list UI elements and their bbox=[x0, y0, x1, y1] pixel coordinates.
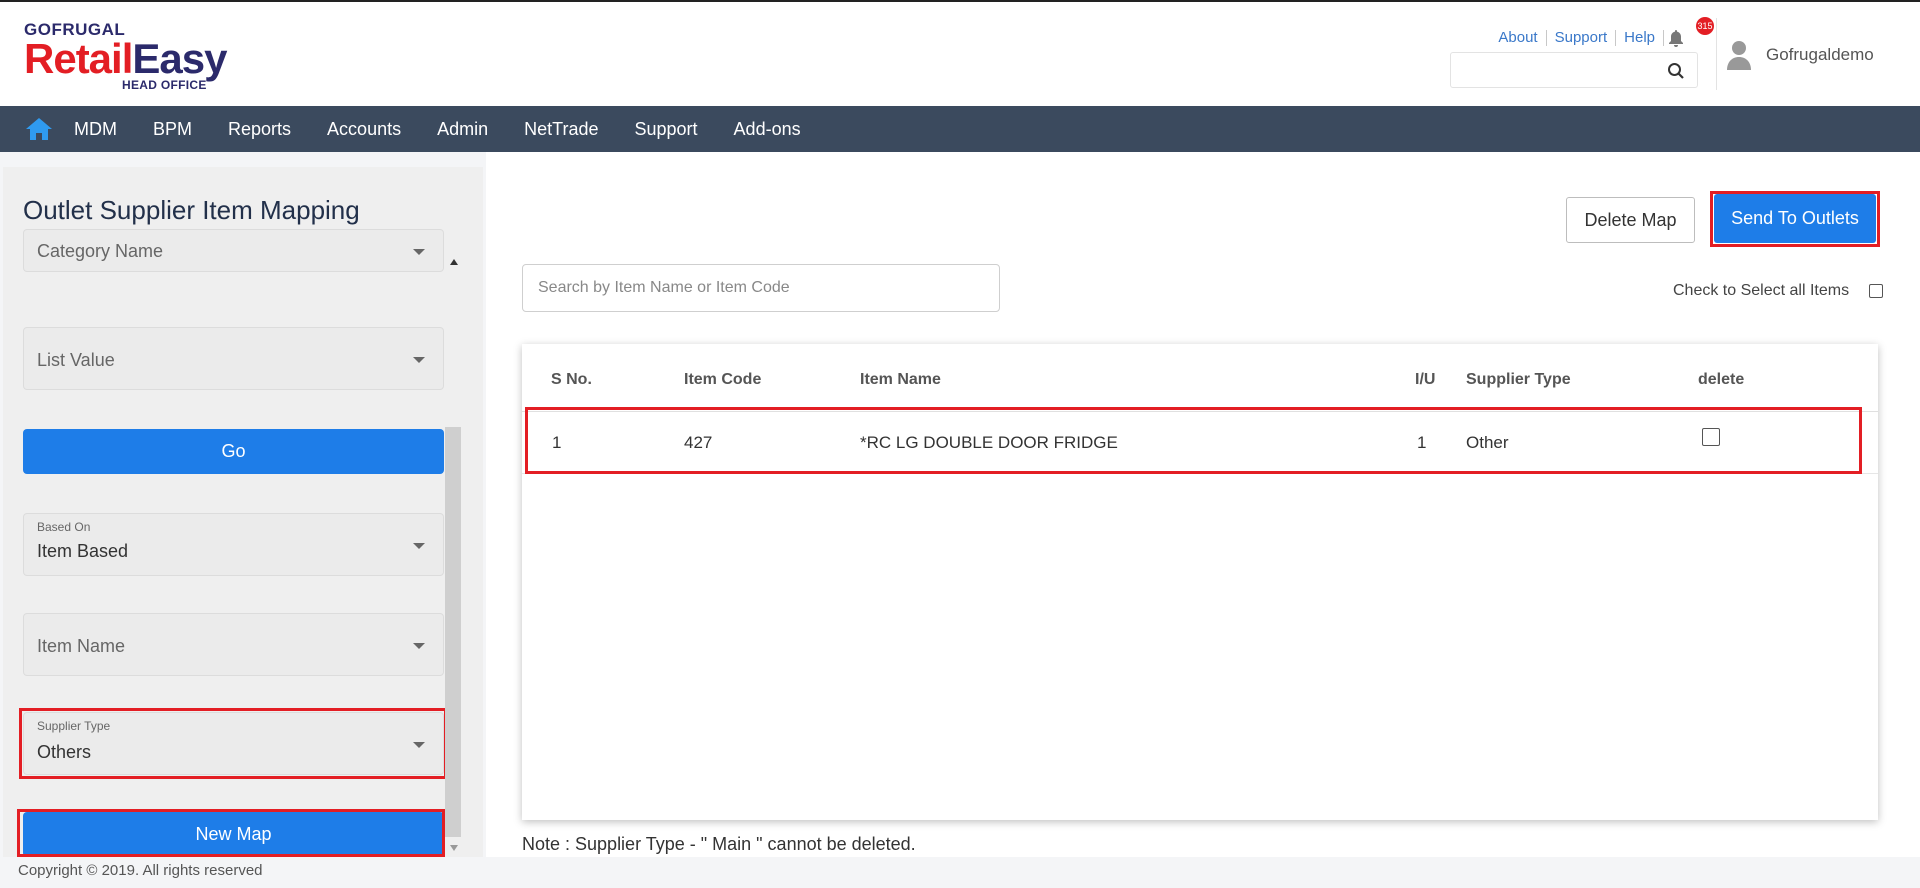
nav-item-reports[interactable]: Reports bbox=[210, 106, 309, 152]
about-link[interactable]: About bbox=[1490, 30, 1547, 46]
based-on-value: Item Based bbox=[37, 541, 129, 561]
logo-brand-sub: HEAD OFFICE bbox=[122, 78, 207, 92]
supplier-type-highlight bbox=[19, 708, 447, 779]
filter-panel: Outlet Supplier Item Mapping Category Na… bbox=[3, 167, 483, 857]
table-header: S No. Item Code Item Name I/U Supplier T… bbox=[522, 344, 1878, 412]
scroll-down-arrow[interactable] bbox=[450, 845, 458, 851]
logo-retail-text: Retail bbox=[24, 35, 133, 82]
footer: Copyright © 2019. All rights reserved bbox=[0, 857, 1920, 888]
note-text: Note : Supplier Type - " Main " cannot b… bbox=[522, 834, 916, 854]
user-divider bbox=[1716, 18, 1717, 90]
item-name-placeholder: Item Name bbox=[37, 636, 126, 656]
panel-scrollbar[interactable] bbox=[445, 427, 461, 837]
logo-easy-text: Easy bbox=[132, 35, 227, 82]
mapping-table: S No. Item Code Item Name I/U Supplier T… bbox=[522, 344, 1878, 820]
list-value-placeholder: List Value bbox=[37, 350, 115, 370]
column-header-supplier-type: Supplier Type bbox=[1466, 371, 1571, 388]
nav-item-addons[interactable]: Add-ons bbox=[716, 106, 819, 152]
search-icon[interactable] bbox=[1667, 62, 1685, 80]
check-all-checkbox[interactable] bbox=[1869, 284, 1884, 298]
notification-badge: 315 bbox=[1696, 17, 1714, 35]
nav-item-mdm[interactable]: MDM bbox=[74, 106, 135, 152]
nav-item-accounts[interactable]: Accounts bbox=[309, 106, 419, 152]
retaileasy-logo[interactable]: GOFRUGAL RetailEasy HEAD OFFICE bbox=[24, 20, 254, 94]
main-nav: MDM BPM Reports Accounts Admin NetTrade … bbox=[0, 106, 1920, 152]
nav-item-bpm[interactable]: BPM bbox=[135, 106, 210, 152]
app-header: GOFRUGAL RetailEasy HEAD OFFICE About Su… bbox=[0, 0, 1920, 106]
check-all-items: Check to Select all Items bbox=[1673, 282, 1884, 300]
column-header-item-code: Item Code bbox=[684, 371, 762, 388]
scroll-up-arrow[interactable] bbox=[450, 259, 458, 265]
column-header-iu: I/U bbox=[1415, 371, 1436, 388]
user-name: Gofrugaldemo bbox=[1766, 45, 1874, 64]
nav-item-support[interactable]: Support bbox=[617, 106, 716, 152]
column-header-item-name: Item Name bbox=[860, 371, 941, 388]
bell-icon bbox=[1669, 30, 1683, 47]
user-menu[interactable]: Gofrugaldemo bbox=[1726, 40, 1874, 70]
chevron-down-icon bbox=[413, 543, 425, 549]
column-header-sno: S No. bbox=[551, 371, 592, 388]
nav-item-admin[interactable]: Admin bbox=[419, 106, 506, 152]
category-name-select[interactable]: Category Name bbox=[23, 229, 444, 272]
item-name-select[interactable]: Item Name bbox=[23, 613, 444, 676]
column-header-delete: delete bbox=[1698, 371, 1745, 388]
category-name-placeholder: Category Name bbox=[37, 241, 164, 261]
support-link[interactable]: Support bbox=[1547, 30, 1617, 46]
item-search-input[interactable] bbox=[523, 265, 999, 311]
new-map-highlight bbox=[17, 809, 445, 857]
chevron-down-icon bbox=[413, 643, 425, 649]
header-search-input[interactable] bbox=[1451, 53, 1651, 87]
chevron-down-icon bbox=[413, 249, 425, 255]
copyright-text: Copyright © 2019. All rights reserved bbox=[18, 862, 263, 879]
row-highlight bbox=[525, 407, 1862, 474]
delete-map-button[interactable]: Delete Map bbox=[1566, 197, 1695, 243]
based-on-select[interactable]: Based On Item Based bbox=[23, 513, 444, 576]
chevron-down-icon bbox=[413, 357, 425, 363]
notification-bell[interactable]: 315 bbox=[1668, 17, 1714, 47]
main-content: Delete Map Send To Outlets Check to Sele… bbox=[486, 152, 1920, 857]
home-icon[interactable] bbox=[24, 116, 54, 142]
page-title: Outlet Supplier Item Mapping bbox=[23, 195, 360, 225]
send-to-outlets-highlight bbox=[1710, 191, 1880, 247]
go-button[interactable]: Go bbox=[23, 429, 444, 474]
header-search bbox=[1450, 52, 1698, 88]
top-links: About Support Help 315 bbox=[1490, 17, 1714, 48]
item-search bbox=[522, 264, 1000, 312]
list-value-select[interactable]: List Value bbox=[23, 327, 444, 390]
check-all-label: Check to Select all Items bbox=[1673, 282, 1850, 299]
user-avatar-icon bbox=[1727, 41, 1751, 70]
based-on-label: Based On bbox=[37, 520, 91, 534]
help-link[interactable]: Help bbox=[1616, 30, 1664, 46]
logo-brand-main: RetailEasy bbox=[24, 35, 227, 82]
nav-item-nettrade[interactable]: NetTrade bbox=[506, 106, 616, 152]
